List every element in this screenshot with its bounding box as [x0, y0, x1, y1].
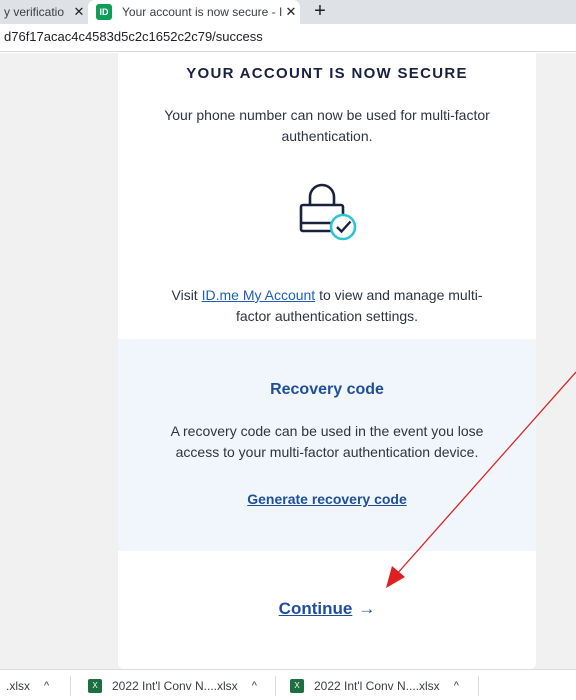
continue-button[interactable]: Continue →	[118, 599, 536, 619]
recovery-code-section: Recovery code A recovery code can be use…	[118, 339, 536, 551]
download-filename: 2022 Int'l Conv N....xlsx	[112, 678, 238, 693]
tab-title: y verificatio	[4, 5, 65, 19]
download-filename: 2022 Int'l Conv N....xlsx	[314, 678, 440, 693]
download-divider	[275, 676, 276, 696]
continue-label: Continue	[278, 599, 353, 618]
close-icon[interactable]: ✕	[70, 4, 88, 20]
phone-mfa-message: Your phone number can now be used for mu…	[164, 107, 490, 144]
tab-strip: y verificatio ✕ ID Your account is now s…	[0, 0, 576, 24]
tab-title: Your account is now secure - ID.m	[122, 5, 282, 19]
visit-prefix: Visit	[171, 287, 202, 303]
download-divider	[478, 676, 479, 696]
idme-favicon-icon: ID	[96, 4, 112, 20]
download-item[interactable]: X 2022 Int'l Conv N....xlsx ^	[290, 670, 459, 700]
download-filename: .xlsx	[6, 678, 30, 693]
new-tab-button[interactable]: +	[308, 0, 332, 24]
excel-file-icon: X	[290, 678, 304, 693]
page-title: YOUR ACCOUNT IS NOW SECURE	[186, 65, 468, 82]
success-card: YOUR ACCOUNT IS NOW SECURE Your phone nu…	[118, 53, 536, 669]
tab-account-secure[interactable]: ID Your account is now secure - ID.m ✕	[88, 0, 300, 24]
recovery-code-title: Recovery code	[270, 381, 384, 398]
chevron-up-icon[interactable]: ^	[252, 680, 257, 692]
url-text[interactable]: d76f17acac4c4583d5c2c1652c2c79/success	[4, 29, 263, 44]
download-item[interactable]: X 2022 Int'l Conv N....xlsx ^	[88, 670, 257, 700]
my-account-link[interactable]: ID.me My Account	[202, 287, 316, 303]
recovery-code-description: A recovery code can be used in the event…	[170, 423, 484, 460]
download-item[interactable]: .xlsx ^	[6, 670, 49, 700]
tab-verification[interactable]: y verificatio ✕	[0, 0, 88, 24]
close-icon[interactable]: ✕	[282, 4, 300, 20]
excel-file-icon: X	[88, 678, 102, 693]
chevron-up-icon[interactable]: ^	[44, 680, 49, 692]
manage-mfa-message: Visit ID.me My Account to view and manag…	[156, 285, 498, 327]
lock-check-icon	[299, 183, 357, 241]
chevron-up-icon[interactable]: ^	[454, 680, 459, 692]
arrow-right-icon: →	[358, 599, 376, 618]
download-divider	[70, 676, 71, 696]
download-shelf: .xlsx ^ X 2022 Int'l Conv N....xlsx ^ X …	[0, 669, 576, 700]
address-bar[interactable]: d76f17acac4c4583d5c2c1652c2c79/success	[0, 24, 576, 52]
page-viewport: YOUR ACCOUNT IS NOW SECURE Your phone nu…	[0, 53, 576, 669]
generate-recovery-code-link[interactable]: Generate recovery code	[118, 491, 536, 507]
